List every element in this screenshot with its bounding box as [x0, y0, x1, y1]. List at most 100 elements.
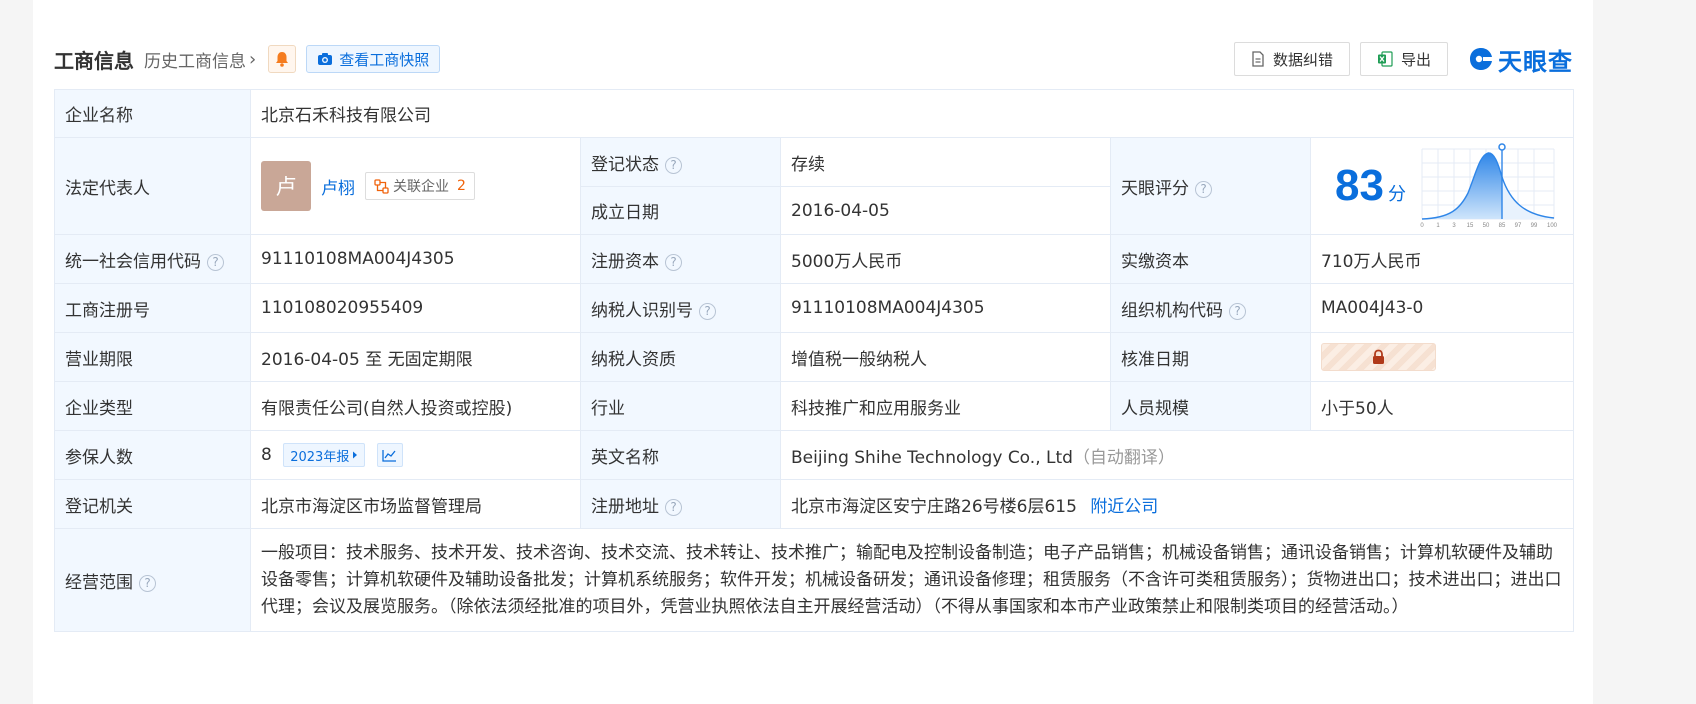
caret-right-icon — [353, 451, 358, 459]
reg-capital-value: 5000万人民币 — [780, 234, 1111, 284]
type-label: 企业类型 — [54, 381, 251, 431]
auto-translate-note: （自动翻译） — [1072, 447, 1175, 468]
related-companies-button[interactable]: 关联企业 2 — [365, 172, 475, 200]
help-icon[interactable]: ? — [207, 253, 224, 271]
table-row: 登记机关 北京市海淀区市场监督管理局 注册地址? 北京市海淀区安宁庄路26号楼6… — [54, 479, 1575, 529]
org-code-value: MA004J43-0 — [1309, 283, 1575, 333]
address-value: 北京市海淀区安宁庄路26号楼6层615 — [791, 496, 1077, 517]
status-label: 登记状态 — [591, 154, 659, 175]
table-row: 工商注册号 110108020955409 纳税人识别号? 91110108MA… — [54, 283, 1575, 333]
org-code-label: 组织机构代码 — [1121, 300, 1223, 321]
reg-no-label: 工商注册号 — [54, 283, 251, 333]
type-value: 有限责任公司(自然人投资或控股) — [250, 381, 581, 431]
table-row: 企业名称 北京石禾科技有限公司 — [54, 89, 1575, 138]
legal-rep-name-link[interactable]: 卢栩 — [321, 174, 355, 199]
nearby-companies-link[interactable]: 附近公司 — [1090, 497, 1158, 517]
help-icon[interactable]: ? — [1195, 180, 1212, 198]
annual-report-tag[interactable]: 2023年报 — [283, 443, 366, 467]
chart-tick-label: 97 — [1515, 223, 1522, 229]
help-icon[interactable]: ? — [665, 156, 682, 174]
eye-logo-icon — [1470, 48, 1492, 70]
industry-label: 行业 — [580, 381, 781, 431]
chart-tick-label: 99 — [1531, 223, 1538, 229]
chart-tick-label: 0 — [1420, 223, 1424, 229]
address-cell: 北京市海淀区安宁庄路26号楼6层615 附近公司 — [779, 479, 1575, 529]
chart-tick-label: 100 — [1547, 223, 1558, 229]
history-link[interactable]: 历史工商信息 › — [144, 47, 256, 72]
taxpayer-qual-label: 纳税人资质 — [580, 332, 781, 382]
help-icon[interactable]: ? — [665, 253, 682, 271]
table-row: 经营范围? 一般项目：技术服务、技术开发、技术咨询、技术交流、技术转让、技术推广… — [54, 528, 1575, 632]
org-code-label-cell: 组织机构代码? — [1110, 283, 1311, 333]
taxpayer-id-label-cell: 纳税人识别号? — [580, 283, 781, 333]
help-icon[interactable]: ? — [1229, 302, 1246, 320]
legal-rep-label: 法定代表人 — [54, 137, 251, 235]
score-label: 天眼评分 — [1121, 178, 1189, 199]
approve-date-cell — [1309, 332, 1575, 382]
logo-text: 天眼查 — [1498, 47, 1573, 76]
chart-tick-label: 50 — [1483, 223, 1490, 229]
excel-icon — [1377, 51, 1393, 67]
address-label: 注册地址 — [591, 496, 659, 517]
score-unit: 分 — [1387, 184, 1406, 205]
data-correction-label: 数据纠错 — [1272, 50, 1333, 69]
status-label-cell: 登记状态? — [580, 137, 781, 187]
score-value: 83 — [1335, 161, 1384, 210]
company-name-label: 企业名称 — [54, 89, 251, 138]
chart-tick-label: 3 — [1452, 223, 1456, 229]
insured-label: 参保人数 — [54, 430, 251, 480]
locked-value-button[interactable] — [1321, 343, 1436, 371]
reg-capital-label: 注册资本 — [591, 251, 659, 272]
scope-label: 经营范围 — [65, 572, 133, 593]
table-row: 营业期限 2016-04-05 至 无固定期限 纳税人资质 增值税一般纳税人 核… — [54, 332, 1575, 382]
address-label-cell: 注册地址? — [580, 479, 781, 529]
trend-chart-button[interactable] — [376, 443, 403, 467]
help-icon[interactable]: ? — [699, 302, 716, 320]
status-value: 存续 — [780, 137, 1111, 187]
scope-value: 一般项目：技术服务、技术开发、技术咨询、技术交流、技术转让、技术推广；输配电及控… — [249, 528, 1575, 632]
data-correction-button[interactable]: 数据纠错 — [1233, 42, 1350, 76]
term-label: 营业期限 — [54, 332, 251, 382]
english-name-label: 英文名称 — [580, 430, 781, 480]
scope-label-cell: 经营范围? — [54, 528, 251, 632]
snapshot-label: 查看工商快照 — [339, 50, 430, 69]
table-row: 统一社会信用代码? 91110108MA004J4305 注册资本? 5000万… — [54, 234, 1575, 284]
avatar[interactable]: 卢 — [261, 161, 311, 211]
staff-value: 小于50人 — [1309, 381, 1575, 431]
lock-icon — [1373, 349, 1384, 364]
table-row: 参保人数 8 2023年报 英文名称 Beijing Shihe Technol… — [54, 430, 1575, 480]
insured-value: 8 — [261, 445, 272, 465]
history-label: 历史工商信息 — [144, 51, 246, 72]
founded-label: 成立日期 — [580, 186, 781, 235]
paid-capital-label: 实缴资本 — [1110, 234, 1311, 284]
score-distribution-chart[interactable]: 0 1 3 15 50 85 97 99 100 — [1420, 143, 1558, 229]
credit-code-label: 统一社会信用代码 — [65, 251, 201, 272]
taxpayer-id-label: 纳税人识别号 — [591, 300, 693, 321]
table-row: 企业类型 有限责任公司(自然人投资或控股) 行业 科技推广和应用服务业 人员规模… — [54, 381, 1575, 431]
relation-icon — [374, 178, 389, 194]
section-header: 工商信息 历史工商信息 › 查看工商快照 数据纠错 导出 天眼查 — [54, 42, 1573, 76]
bell-icon — [276, 52, 289, 67]
legal-rep-cell: 卢 卢栩 关联企业 2 — [250, 137, 581, 235]
document-edit-icon — [1252, 51, 1264, 67]
credit-code-value: 91110108MA004J4305 — [250, 234, 581, 284]
snapshot-button[interactable]: 查看工商快照 — [306, 45, 441, 73]
english-name-value: Beijing Shihe Technology Co., Ltd — [791, 447, 1073, 468]
help-icon[interactable]: ? — [139, 574, 156, 592]
bell-button[interactable] — [268, 45, 297, 73]
section-title: 工商信息 — [54, 48, 134, 73]
related-label: 关联企业 — [393, 179, 449, 195]
camera-icon — [318, 53, 333, 65]
related-count: 2 — [457, 178, 466, 194]
score-label-cell: 天眼评分? — [1110, 137, 1311, 235]
business-info-table: 企业名称 北京石禾科技有限公司 法定代表人 卢 卢栩 关联企业 2 登记状态 ?… — [54, 89, 1575, 632]
help-icon[interactable]: ? — [665, 498, 682, 516]
founded-value: 2016-04-05 — [780, 186, 1111, 235]
approve-date-label: 核准日期 — [1110, 332, 1311, 382]
chart-tick-label: 15 — [1467, 223, 1474, 229]
export-button[interactable]: 导出 — [1359, 42, 1448, 76]
chevron-right-icon: › — [249, 48, 257, 70]
export-label: 导出 — [1400, 50, 1431, 69]
annual-report-label: 2023年报 — [290, 449, 350, 465]
table-row: 法定代表人 卢 卢栩 关联企业 2 登记状态? 存续 天眼评分 ? 83 分 0… — [54, 137, 1575, 235]
